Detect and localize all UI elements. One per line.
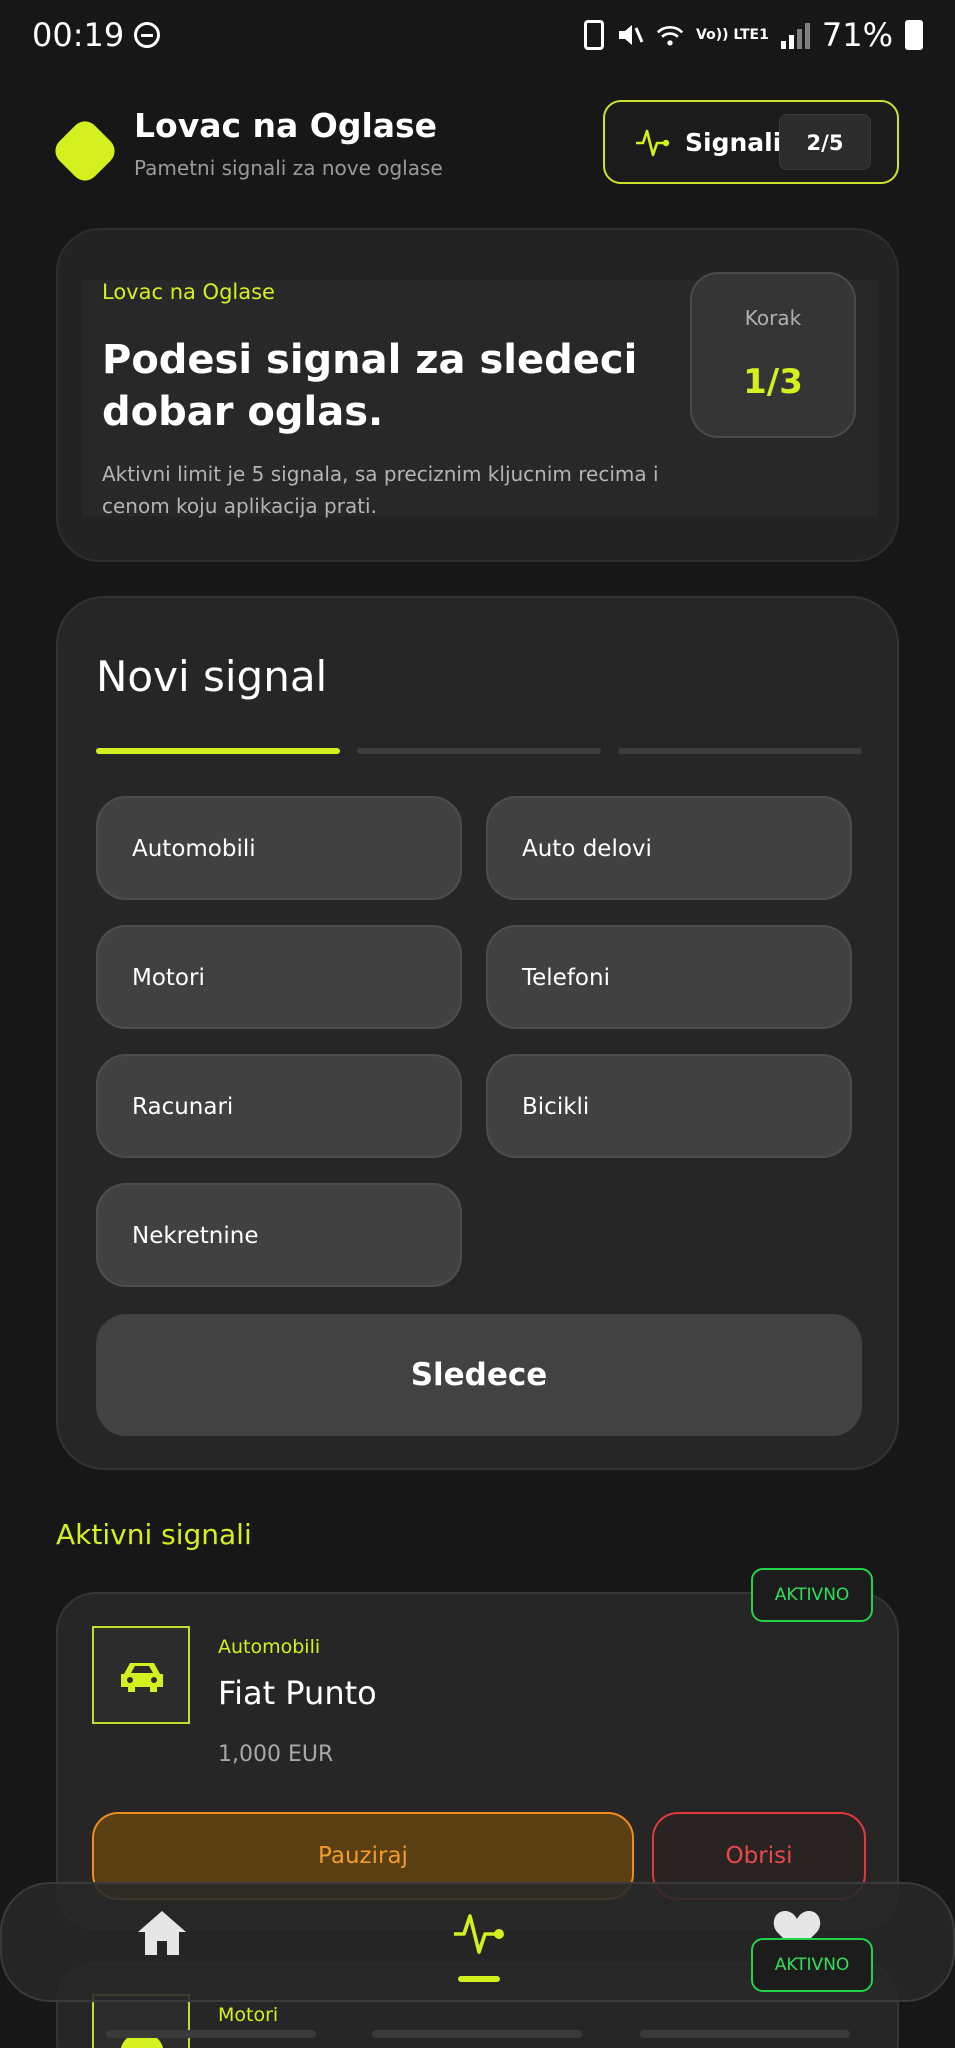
signal-card[interactable]: Automobili Fiat Punto 1,000 EUR Pauziraj…	[56, 1592, 899, 1930]
active-tab-indicator	[458, 1976, 500, 1982]
signal-thumbnail	[92, 1626, 190, 1724]
new-signal-title: Novi signal	[96, 652, 328, 701]
new-signal-card: Novi signal Automobili Auto delovi Motor…	[56, 596, 899, 1470]
step-label: Korak	[744, 306, 802, 330]
network-type: Vo)) LTE1	[696, 27, 769, 43]
app-logo	[49, 115, 121, 187]
pulse-icon[interactable]	[452, 1908, 506, 1958]
category-bicikli[interactable]: Bicikli	[486, 1054, 852, 1158]
category-label: Racunari	[132, 1094, 234, 1120]
category-auto-delovi[interactable]: Auto delovi	[486, 796, 852, 900]
active-signals-title: Aktivni signali	[56, 1518, 252, 1551]
category-label: Auto delovi	[522, 836, 652, 862]
category-nekretnine[interactable]: Nekretnine	[96, 1183, 462, 1287]
battery-icon	[905, 20, 923, 50]
status-bar: 00:19 Vo)) LTE1 71%	[0, 0, 955, 72]
progress-segment-3	[618, 748, 862, 754]
progress-segment-2	[357, 748, 601, 754]
status-badge: AKTIVNO	[751, 1568, 873, 1622]
category-label: Telefoni	[522, 965, 610, 991]
battery-percent: 71%	[821, 16, 893, 54]
step-progress	[96, 748, 862, 754]
wifi-icon	[656, 26, 684, 46]
signal-price: 1,000 EUR	[218, 1742, 334, 1767]
app-title: Lovac na Oglase	[134, 106, 438, 145]
hero-card: Lovac na Oglase Podesi signal za sledeci…	[56, 228, 899, 562]
battery-saver-icon	[584, 20, 605, 50]
status-time: 00:19	[32, 16, 125, 54]
car-icon	[121, 1663, 163, 1692]
signals-button[interactable]: Signali 2/5	[603, 100, 899, 184]
category-automobili[interactable]: Automobili	[96, 796, 462, 900]
category-label: Automobili	[132, 836, 256, 862]
mute-icon	[619, 25, 644, 45]
app-header: Lovac na Oglase Pametni signali za nove …	[49, 100, 899, 187]
category-label: Bicikli	[522, 1094, 590, 1120]
signals-count: 2/5	[779, 114, 871, 170]
category-motori[interactable]: Motori	[96, 925, 462, 1029]
step-value: 1/3	[743, 362, 803, 402]
next-button[interactable]: Sledece	[96, 1314, 862, 1436]
hero-title: Podesi signal za sledeci dobar oglas.	[102, 337, 638, 435]
home-icon[interactable]	[136, 1908, 188, 1958]
category-label: Nekretnine	[132, 1223, 259, 1249]
signal-strength-icon	[780, 21, 810, 49]
signals-label: Signali	[685, 128, 782, 157]
signal-category: Automobili	[218, 1636, 321, 1658]
status-badge: AKTIVNO	[751, 1938, 873, 1992]
do-not-disturb-icon	[134, 22, 160, 48]
step-indicator: Korak 1/3	[690, 272, 856, 438]
status-indicators: Vo)) LTE1 71%	[584, 16, 923, 54]
category-racunari[interactable]: Racunari	[96, 1054, 462, 1158]
app-subtitle: Pametni signali za nove oglase	[134, 156, 443, 180]
hero-eyebrow: Lovac na Oglase	[102, 280, 275, 304]
category-telefoni[interactable]: Telefoni	[486, 925, 852, 1029]
category-label: Motori	[132, 965, 205, 991]
progress-segment-1	[96, 748, 340, 754]
hero-description: Aktivni limit je 5 signala, sa preciznim…	[102, 462, 659, 518]
system-gesture-bar	[0, 2016, 955, 2048]
pulse-icon	[636, 129, 670, 157]
signal-name: Fiat Punto	[218, 1674, 377, 1712]
